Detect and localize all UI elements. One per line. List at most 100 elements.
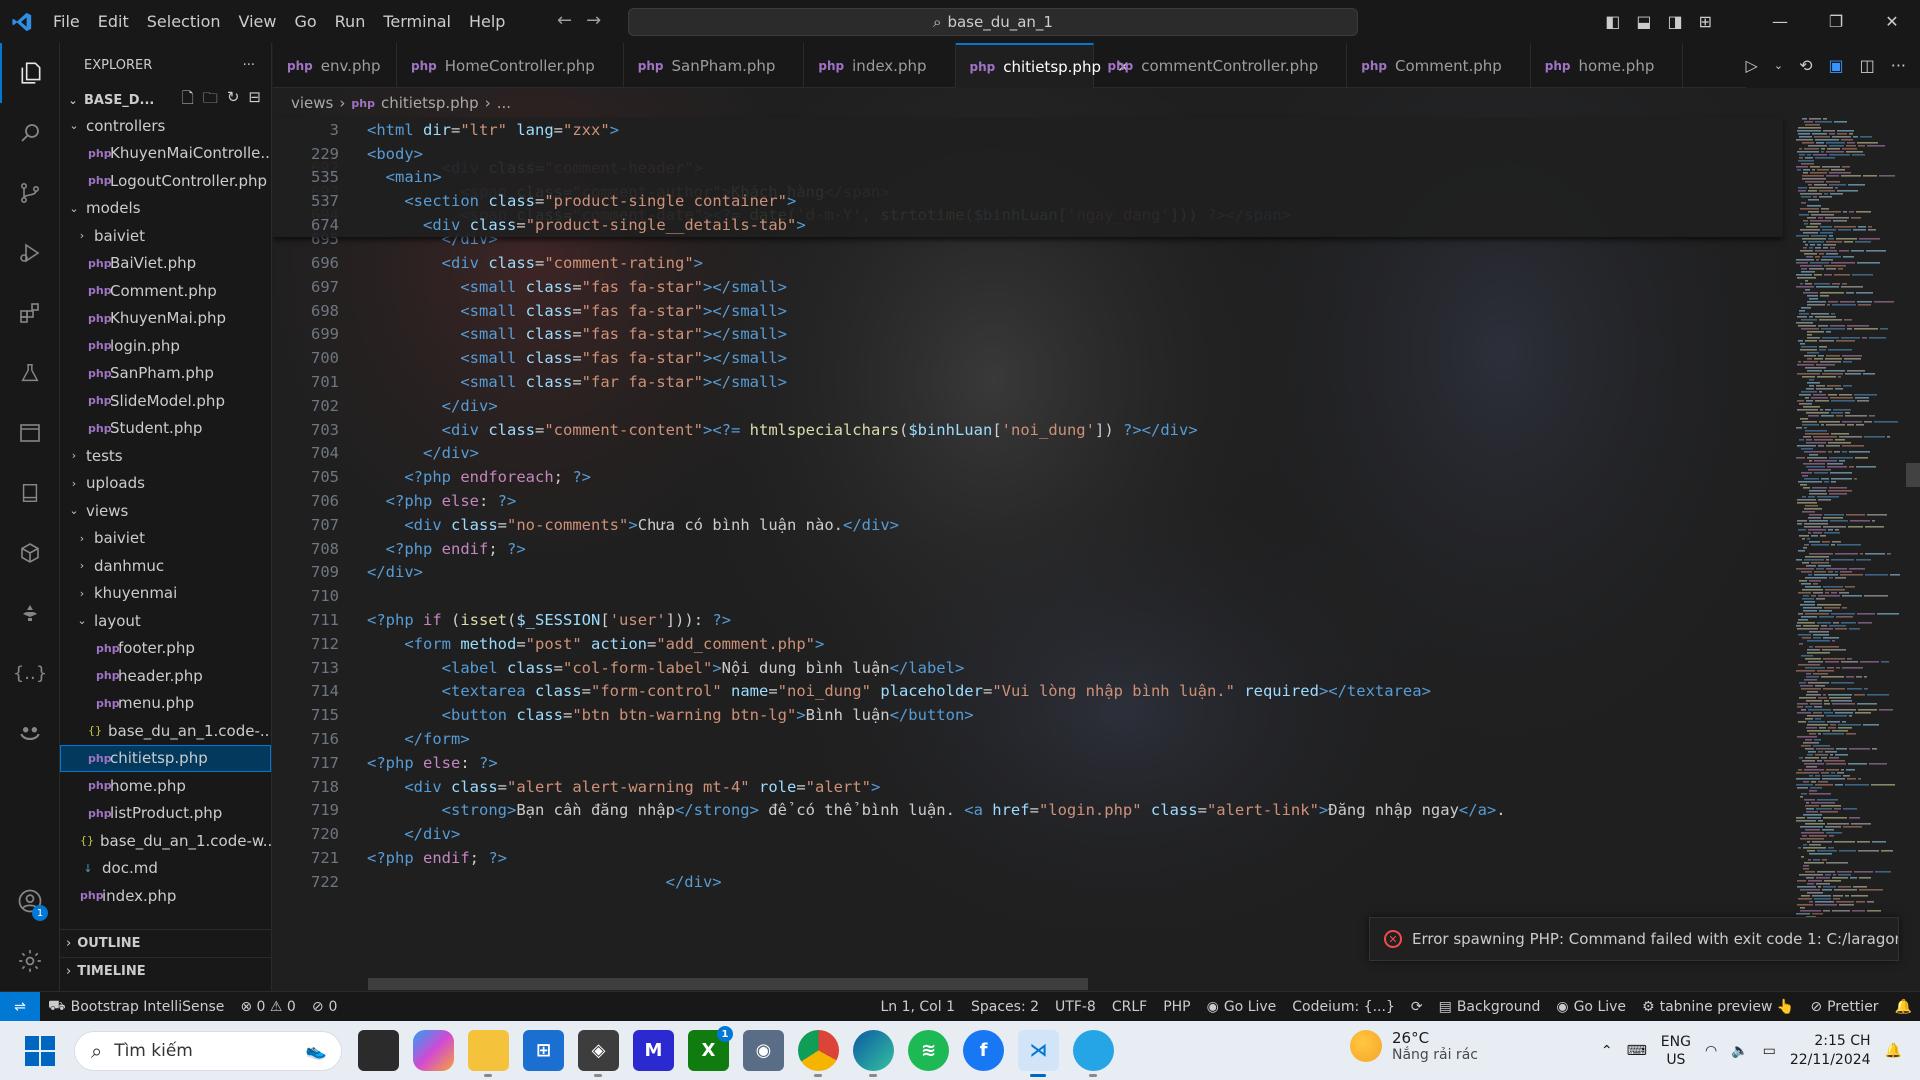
tree-folder[interactable]: › baiviet — [60, 525, 271, 553]
task-view-icon[interactable] — [358, 1030, 399, 1071]
tree-folder[interactable]: › khuyenmai — [60, 580, 271, 608]
reload-icon[interactable]: ⟲ — [1799, 56, 1812, 75]
remote-explorer-icon[interactable] — [0, 403, 60, 463]
tab-comment-php[interactable]: php Comment.php — [1347, 43, 1531, 88]
tree-file[interactable]: php listProduct.php — [60, 800, 271, 828]
status-item[interactable]: UTF-8 — [1047, 999, 1104, 1015]
remote-indicator-icon[interactable]: ⇌ — [0, 991, 40, 1022]
menu-file[interactable]: File — [44, 0, 89, 43]
containers-icon[interactable] — [0, 523, 60, 583]
new-folder-icon[interactable]: 🗀 — [203, 88, 218, 113]
status-item[interactable]: Spaces: 2 — [963, 999, 1047, 1015]
new-file-icon[interactable]: 🗋 — [182, 88, 194, 113]
explorer-icon[interactable] — [0, 43, 60, 103]
tab-commentcontroller-php[interactable]: php commentController.php — [1094, 43, 1348, 88]
status-item[interactable]: PHP — [1155, 999, 1198, 1015]
tree-file[interactable]: {} base_du_an_1.code-w... — [60, 827, 271, 855]
menu-selection[interactable]: Selection — [138, 0, 230, 43]
close-window-button[interactable]: ✕ — [1864, 0, 1920, 43]
json-braces-icon[interactable]: {..} — [0, 643, 60, 703]
status-item[interactable]: ⚙ tabnine preview 👆 — [1634, 999, 1802, 1015]
tree-folder[interactable]: ⌄ models — [60, 195, 271, 223]
status-bootstrap[interactable]: ⛟ Bootstrap IntelliSense — [40, 998, 232, 1016]
run-debug-icon[interactable] — [0, 223, 60, 283]
status-errors[interactable]: ⊗ 0 ⚠ 0 — [232, 999, 303, 1015]
tab-env-php[interactable]: php env.php — [273, 43, 397, 88]
wifi-icon[interactable]: ◠ — [1705, 1043, 1717, 1059]
accounts-icon[interactable]: 1 — [0, 871, 60, 931]
tree-file[interactable]: php SlideModel.php — [60, 387, 271, 415]
tabnine-icon[interactable] — [0, 583, 60, 643]
breadcrumb-rest[interactable]: ... — [497, 94, 511, 112]
customize-layout-icon[interactable]: ⊞ — [1699, 12, 1712, 31]
menu-run[interactable]: Run — [326, 0, 375, 43]
tree-folder[interactable]: › uploads — [60, 470, 271, 498]
tree-file[interactable]: php index.php — [60, 882, 271, 910]
copilot-face-icon[interactable] — [0, 703, 60, 763]
status-item[interactable]: ▤ Background — [1431, 999, 1549, 1015]
bookmark-icon[interactable] — [0, 463, 60, 523]
clock[interactable]: 2:15 CH 22/11/2024 — [1790, 1032, 1871, 1070]
tree-folder[interactable]: ⌄ layout — [60, 607, 271, 635]
error-notification[interactable]: ✕ Error spawning PHP: Command failed wit… — [1369, 917, 1899, 961]
menu-edit[interactable]: Edit — [89, 0, 138, 43]
status-item[interactable]: ◉ Go Live — [1199, 999, 1285, 1015]
tree-folder[interactable]: ⌄ views — [60, 497, 271, 525]
collapse-all-icon[interactable]: ⊟ — [248, 88, 261, 113]
menu-terminal[interactable]: Terminal — [374, 0, 460, 43]
outline-section[interactable]: › OUTLINE — [60, 929, 272, 957]
tab-home-php[interactable]: php home.php — [1531, 43, 1684, 88]
tree-file[interactable]: php login.php — [60, 332, 271, 360]
tree-file[interactable]: php menu.php — [60, 690, 271, 718]
status-item[interactable]: ⊘ Prettier — [1802, 999, 1886, 1015]
command-center-search[interactable]: ⌕ base_du_an_1 — [628, 8, 1358, 36]
notification-bell-icon[interactable]: 🔔 — [1885, 1043, 1902, 1059]
weather-widget[interactable]: 26°C Nắng rải rác — [1350, 1029, 1478, 1063]
timeline-section[interactable]: › TIMELINE — [60, 957, 272, 985]
status-item[interactable]: ◉ Go Live — [1548, 999, 1634, 1015]
tree-file[interactable]: php SanPham.php — [60, 360, 271, 388]
tab-sanpham-php[interactable]: php SanPham.php — [624, 43, 805, 88]
status-item[interactable]: ⟳ — [1403, 999, 1431, 1015]
tree-file[interactable]: php LogoutController.php — [60, 167, 271, 195]
tree-file[interactable]: php Student.php — [60, 415, 271, 443]
forward-arrow-icon[interactable]: → — [586, 10, 601, 31]
toggle-panel-icon[interactable]: ⬓ — [1636, 12, 1651, 31]
extensions-icon[interactable] — [0, 283, 60, 343]
status-item[interactable]: 🔔 — [1887, 999, 1920, 1015]
minimap[interactable] — [1796, 118, 1904, 948]
more-actions-icon[interactable]: ··· — [1891, 56, 1906, 75]
breadcrumb-file[interactable]: chitietsp.php — [381, 94, 479, 112]
open-preview-icon[interactable]: ▣ — [1828, 56, 1843, 75]
battery-icon[interactable]: ▭ — [1763, 1043, 1776, 1059]
tree-file[interactable]: php home.php — [60, 772, 271, 800]
tab-chitietsp-php[interactable]: php chitietsp.php ✕ — [955, 43, 1130, 88]
vscode-taskbar-icon[interactable]: ⋊ — [1018, 1030, 1059, 1077]
input-language[interactable]: ENG US — [1661, 1033, 1691, 1069]
workspace-root[interactable]: ⌄ BASE_D... 🗋 🗀 ↻ ⊟ — [60, 88, 271, 112]
menu-go[interactable]: Go — [285, 0, 325, 43]
run-icon[interactable]: ▷ — [1746, 56, 1758, 75]
keyboard-icon[interactable]: ⌨ — [1627, 1043, 1647, 1059]
chevron-down-icon[interactable]: ⌄ — [1774, 59, 1783, 72]
search-icon[interactable] — [0, 103, 60, 163]
file-explorer-icon[interactable] — [468, 1030, 509, 1077]
spotify-icon[interactable]: ≋ — [908, 1030, 949, 1071]
tree-folder[interactable]: › tests — [60, 442, 271, 470]
minimize-button[interactable]: — — [1752, 0, 1808, 43]
tree-file[interactable]: ↓ doc.md — [60, 855, 271, 883]
tree-folder[interactable]: ⌄ controllers — [60, 112, 271, 140]
restore-button[interactable]: ❐ — [1808, 0, 1864, 43]
tree-file[interactable]: php chitietsp.php — [60, 744, 271, 772]
code-editor[interactable]: 692 <div class="comment-header">693 <spa… — [273, 156, 1793, 894]
split-editor-icon[interactable]: ◫ — [1860, 56, 1875, 75]
vertical-scrollbar[interactable] — [1906, 463, 1920, 487]
edge-icon[interactable] — [853, 1030, 894, 1077]
status-item[interactable]: CRLF — [1104, 999, 1155, 1015]
back-arrow-icon[interactable]: ← — [557, 10, 572, 31]
tree-file[interactable]: php KhuyenMai.php — [60, 305, 271, 333]
tree-folder[interactable]: › danhmuc — [60, 552, 271, 580]
tree-file[interactable]: php Comment.php — [60, 277, 271, 305]
tree-folder[interactable]: › baiviet — [60, 222, 271, 250]
vs-code-alt-icon[interactable]: M — [633, 1030, 674, 1071]
